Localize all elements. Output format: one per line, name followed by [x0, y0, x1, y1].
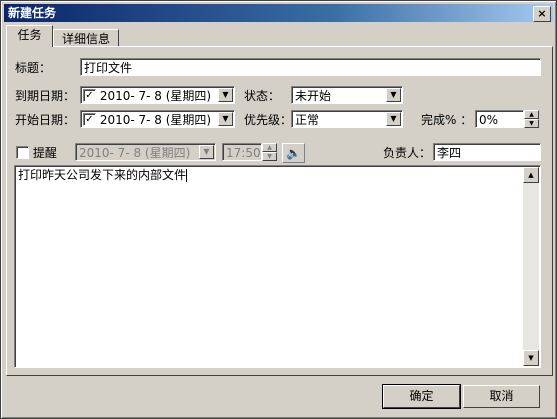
percent-complete-spinner[interactable]: ▲ ▼	[524, 110, 539, 128]
priority-dropdown-icon[interactable]: ▼	[386, 112, 401, 126]
due-date-picker[interactable]: ✓ 2010- 7- 8 (星期四) ▼	[80, 86, 235, 104]
reminder-date-value: 2010- 7- 8 (星期四)	[79, 146, 191, 160]
reminder-date-dropdown-icon[interactable]: ▼	[199, 145, 214, 159]
speaker-icon: 🔈	[286, 146, 301, 160]
start-date-checkbox[interactable]: ✓	[83, 113, 96, 126]
reminder-date-picker[interactable]: 2010- 7- 8 (星期四) ▼	[75, 143, 216, 161]
percent-complete-input[interactable]: 0%	[475, 110, 524, 128]
subject-input[interactable]: 打印文件	[80, 58, 541, 76]
tab-details[interactable]: 详细信息	[53, 29, 119, 47]
close-button[interactable]: ×	[533, 6, 551, 22]
reminder-toggle[interactable]: 提醒	[16, 145, 57, 161]
reminder-time-input[interactable]: 17:50	[222, 143, 262, 161]
time-spin-up-icon[interactable]: ▲	[262, 143, 277, 152]
reminder-sound-button[interactable]: 🔈	[282, 143, 305, 163]
spin-up-icon[interactable]: ▲	[524, 110, 539, 119]
reminder-label: 提醒	[32, 146, 57, 160]
tab-task[interactable]: 任务	[6, 25, 53, 47]
status-label: 状态：	[244, 89, 281, 103]
title-bar: 新建任务 ×	[4, 4, 553, 22]
window-title: 新建任务	[8, 6, 57, 20]
status-select[interactable]: 未开始 ▼	[291, 86, 403, 104]
notes-scrollbar[interactable]: ▲ ▼	[523, 167, 539, 366]
spin-down-icon[interactable]: ▼	[524, 119, 539, 128]
due-date-label: 到期日期：	[15, 89, 76, 103]
new-task-window: 新建任务 × 任务 详细信息 标题： 打印文件 到期日期： ✓ 2010- 7-…	[0, 0, 557, 419]
start-date-picker[interactable]: ✓ 2010- 7- 8 (星期四) ▼	[80, 110, 235, 128]
notes-content: 打印昨天公司发下来的内部文件	[18, 167, 188, 183]
scroll-down-icon[interactable]: ▼	[523, 350, 539, 366]
owner-label: 负责人：	[383, 146, 432, 160]
owner-input[interactable]: 李四	[433, 143, 541, 161]
tab-details-label: 详细信息	[61, 32, 110, 46]
due-date-checkbox[interactable]: ✓	[83, 89, 96, 102]
priority-label: 优先级：	[244, 113, 293, 127]
percent-complete-label: 完成% ：	[421, 113, 473, 127]
ok-button[interactable]: 确定	[382, 384, 461, 409]
start-date-value: 2010- 7- 8 (星期四)	[99, 113, 212, 127]
reminder-time-spinner[interactable]: ▲ ▼	[262, 143, 277, 161]
due-date-value: 2010- 7- 8 (星期四)	[99, 89, 212, 103]
start-date-dropdown-icon[interactable]: ▼	[218, 112, 233, 126]
tab-task-label: 任务	[17, 28, 42, 42]
notes-text: 打印昨天公司发下来的内部文件	[18, 168, 187, 182]
priority-select[interactable]: 正常 ▼	[291, 110, 403, 128]
cancel-button[interactable]: 取消	[463, 385, 540, 408]
start-date-label: 开始日期：	[15, 113, 76, 127]
subject-label: 标题：	[15, 61, 52, 75]
notes-textarea[interactable]: 打印昨天公司发下来的内部文件 ▲ ▼	[14, 165, 541, 368]
status-dropdown-icon[interactable]: ▼	[386, 88, 401, 102]
text-caret	[186, 169, 188, 182]
due-date-dropdown-icon[interactable]: ▼	[218, 88, 233, 102]
time-spin-down-icon[interactable]: ▼	[262, 152, 277, 161]
scroll-up-icon[interactable]: ▲	[523, 167, 539, 183]
status-value: 未开始	[295, 89, 332, 103]
reminder-checkbox[interactable]	[16, 146, 29, 159]
priority-value: 正常	[295, 113, 320, 127]
